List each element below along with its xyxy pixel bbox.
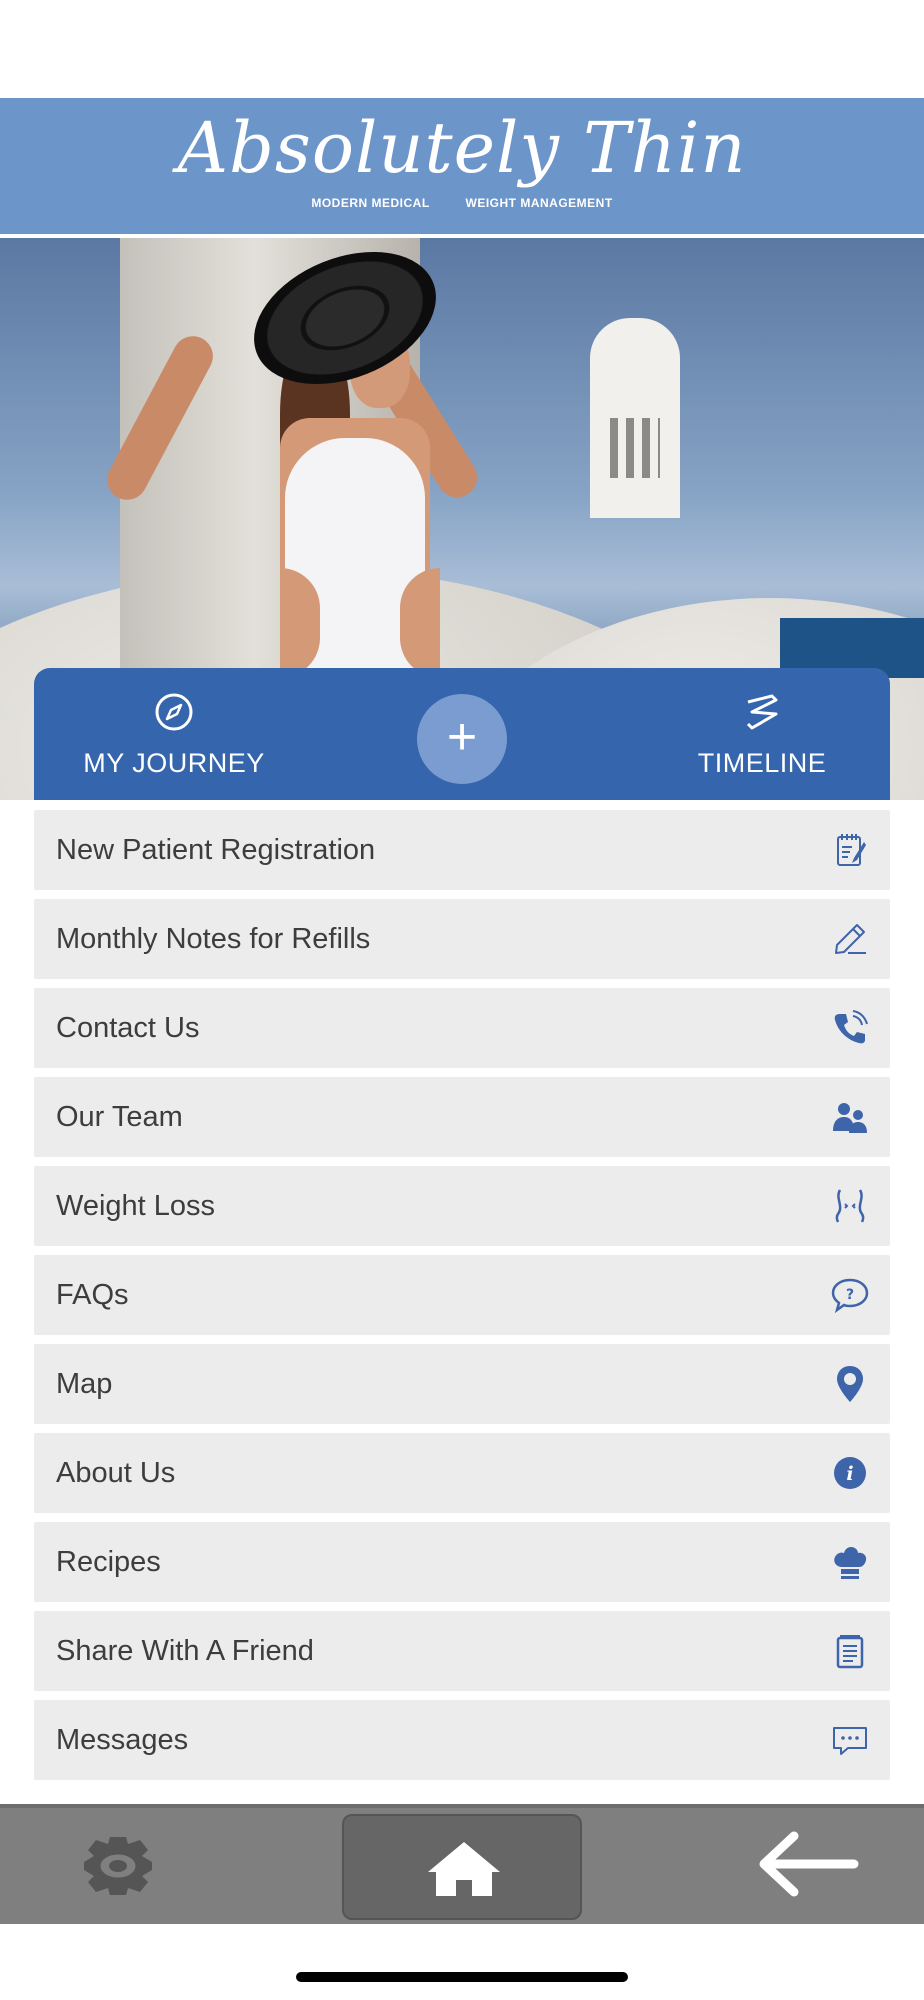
menu-item-label: Messages: [56, 1724, 189, 1756]
menu-item-messages[interactable]: Messages: [34, 1700, 890, 1780]
timeline-button[interactable]: TIMELINE: [634, 668, 890, 800]
team-icon: [833, 1103, 867, 1133]
menu-item-our-team[interactable]: Our Team: [34, 1077, 890, 1157]
question-bubble-icon: ?: [831, 1278, 869, 1314]
phone-icon: [834, 1010, 868, 1044]
timeline-icon: [746, 694, 778, 730]
my-journey-button[interactable]: MY JOURNEY: [34, 668, 314, 800]
notepad-icon: [837, 834, 866, 866]
menu-item-about-us[interactable]: About Us i: [34, 1433, 890, 1513]
menu-item-label: Monthly Notes for Refills: [56, 923, 371, 955]
pencil-icon: [835, 924, 866, 954]
menu-item-label: Share With A Friend: [56, 1635, 314, 1667]
document-icon: [836, 1635, 864, 1669]
menu-item-label: Weight Loss: [56, 1190, 216, 1222]
logo-sub-right: WEIGHT MANAGEMENT: [465, 196, 613, 210]
gear-icon[interactable]: [70, 1834, 166, 1898]
menu-item-label: About Us: [56, 1457, 176, 1489]
menu-item-monthly-notes[interactable]: Monthly Notes for Refills: [34, 899, 890, 979]
menu-item-label: Map: [56, 1368, 113, 1400]
home-button[interactable]: [342, 1814, 582, 1920]
menu-item-share-with-a-friend[interactable]: Share With A Friend: [34, 1611, 890, 1691]
menu-item-recipes[interactable]: Recipes: [34, 1522, 890, 1602]
bottom-navigation: [0, 1804, 924, 1924]
svg-text:?: ?: [846, 1287, 854, 1303]
map-pin-icon: [837, 1366, 863, 1402]
chef-hat-icon: [834, 1547, 867, 1579]
timeline-label: TIMELINE: [697, 748, 827, 778]
home-icon: [428, 1842, 500, 1896]
menu-item-faqs[interactable]: FAQs ?: [34, 1255, 890, 1335]
svg-text:i: i: [846, 1463, 853, 1485]
menu-item-map[interactable]: Map: [34, 1344, 890, 1424]
menu-item-label: Recipes: [56, 1546, 161, 1578]
logo-subtitle: MODERN MEDICAL WEIGHT MANAGEMENT: [0, 196, 924, 210]
home-indicator: [296, 1972, 628, 1982]
menu-item-label: FAQs: [56, 1279, 129, 1311]
menu-item-label: Contact Us: [56, 1012, 200, 1044]
add-button[interactable]: +: [417, 694, 507, 784]
menu-item-weight-loss[interactable]: Weight Loss: [34, 1166, 890, 1246]
info-icon: i: [834, 1457, 866, 1489]
main-menu: New Patient Registration Monthly Notes f…: [34, 810, 890, 1789]
menu-item-label: Our Team: [56, 1101, 183, 1133]
menu-item-label: New Patient Registration: [56, 834, 376, 866]
my-journey-label: MY JOURNEY: [83, 748, 265, 778]
menu-item-new-patient-registration[interactable]: New Patient Registration: [34, 810, 890, 890]
back-arrow-icon[interactable]: [750, 1828, 860, 1900]
waist-icon: [835, 1189, 865, 1223]
quick-action-bar: MY JOURNEY + TIMELINE: [34, 668, 890, 800]
menu-item-contact-us[interactable]: Contact Us: [34, 988, 890, 1068]
compass-icon: [155, 693, 193, 731]
logo-sub-left: MODERN MEDICAL: [311, 196, 430, 210]
chat-bubble-icon: [833, 1727, 867, 1755]
logo-title: Absolutely Thin: [177, 107, 747, 189]
